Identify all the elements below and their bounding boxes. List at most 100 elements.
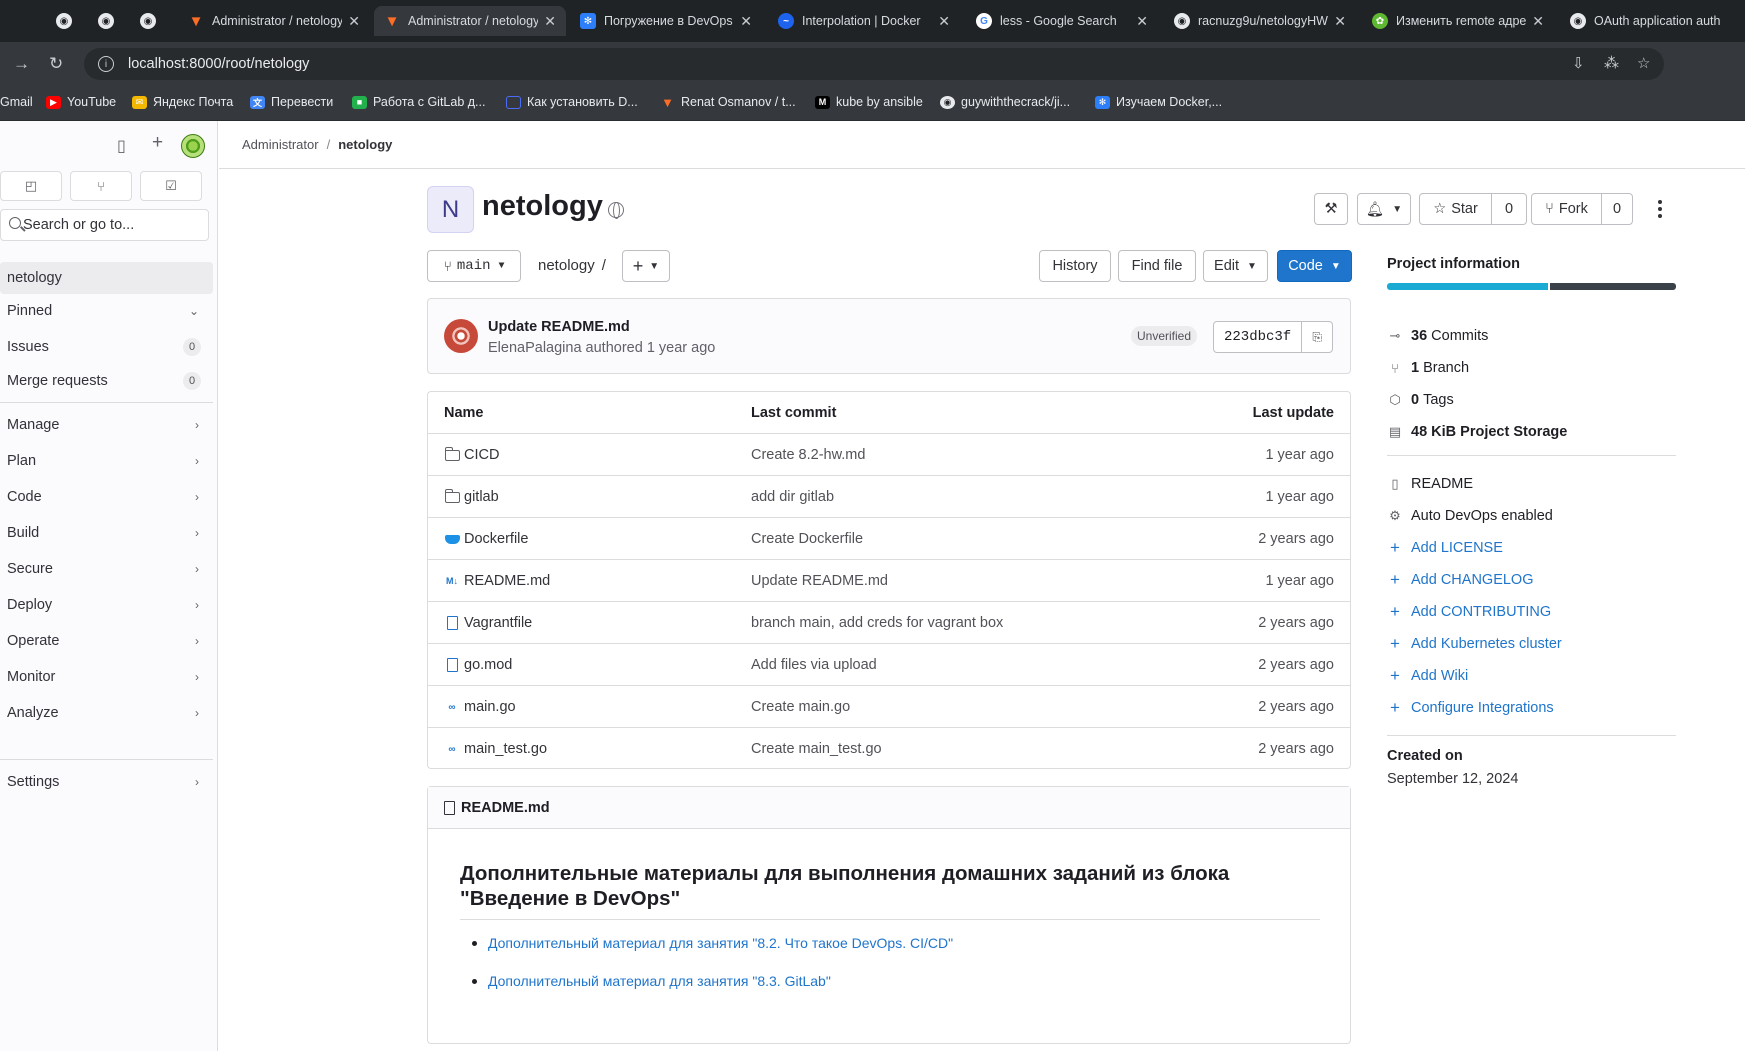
auto-devops-link[interactable]: ⚙ Auto DevOps enabled (1387, 506, 1553, 526)
file-name-link[interactable]: Dockerfile (444, 518, 528, 560)
file-name-link[interactable]: gitlab (444, 476, 499, 518)
commit-message-link[interactable]: Create 8.2-hw.md (751, 434, 865, 476)
sidebar-item-settings[interactable]: Settings › (0, 766, 213, 798)
table-row[interactable]: gitlab add dir gitlab 1 year ago (428, 476, 1350, 518)
table-row[interactable]: ∞ main.go Create main.go 2 years ago (428, 686, 1350, 728)
translate-icon[interactable]: ⁂ (1604, 54, 1619, 72)
close-tab-icon[interactable]: ✕ (348, 13, 360, 30)
add-contributing-link[interactable]: + Add CONTRIBUTING (1387, 602, 1551, 622)
issues-shortcut[interactable]: ◰ (0, 171, 62, 201)
bookmark-item[interactable]: ✻ Изучаем Docker,... (1095, 95, 1222, 109)
browser-tab[interactable]: ✿ Изменить remote адрес ✕ (1362, 6, 1554, 36)
sidebar-item-code[interactable]: Code › (0, 481, 213, 513)
sidebar-item-build[interactable]: Build › (0, 517, 213, 549)
browser-tab-pinned-2[interactable]: ◉ (88, 6, 124, 36)
signature-badge[interactable]: Unverified (1131, 326, 1198, 346)
close-tab-icon[interactable]: ✕ (740, 13, 752, 30)
copy-sha-button[interactable]: ⎘ (1302, 322, 1332, 352)
branches-stat[interactable]: ⑂ 1 Branch (1387, 358, 1469, 378)
add-license-link[interactable]: + Add LICENSE (1387, 538, 1503, 558)
browser-tab[interactable]: ◉ OAuth application auth (1560, 6, 1745, 36)
notifications-button[interactable]: 🔔︎ ▼ (1357, 193, 1411, 225)
toggle-sidebar-icon[interactable]: ▯ (117, 136, 126, 156)
tags-stat[interactable]: ⬡ 0 Tags (1387, 390, 1453, 410)
browser-tab[interactable]: ✻ Погружение в DevOps ✕ (570, 6, 762, 36)
commit-message-link[interactable]: Create Dockerfile (751, 518, 863, 560)
sidebar-item-manage[interactable]: Manage › (0, 409, 213, 441)
bookmark-item[interactable]: ■ Работа с GitLab д... (352, 95, 485, 109)
browser-tab-active[interactable]: ▼ Administrator / netology ✕ (374, 6, 566, 36)
sidebar-item-monitor[interactable]: Monitor › (0, 661, 213, 693)
sidebar-item-secure[interactable]: Secure › (0, 553, 213, 585)
search-button[interactable]: Search or go to... (0, 209, 209, 241)
sidebar-item-plan[interactable]: Plan › (0, 445, 213, 477)
path-root[interactable]: netology (538, 257, 595, 274)
user-avatar[interactable] (181, 134, 205, 158)
configure-integrations-link[interactable]: + Configure Integrations (1387, 698, 1554, 718)
add-wiki-link[interactable]: + Add Wiki (1387, 666, 1468, 686)
sidebar-item-merge-requests[interactable]: Merge requests 0 (0, 365, 213, 397)
storage-stat[interactable]: ▤ 48 KiB Project Storage (1387, 422, 1568, 442)
table-row[interactable]: go.mod Add files via upload 2 years ago (428, 644, 1350, 686)
readme-filename-link[interactable]: README.md (461, 800, 550, 816)
sidebar-item-issues[interactable]: Issues 0 (0, 331, 213, 363)
sidebar-item-deploy[interactable]: Deploy › (0, 589, 213, 621)
breadcrumb-current[interactable]: netology (338, 137, 392, 152)
reload-icon[interactable]: ↻ (49, 54, 63, 74)
more-actions-button[interactable] (1651, 198, 1669, 220)
history-button[interactable]: History (1039, 250, 1111, 282)
file-name-link[interactable]: ∞ main_test.go (444, 728, 547, 768)
file-name-link[interactable]: go.mod (444, 644, 512, 686)
browser-tab[interactable]: ◉ racnuzg9u/netologyHW ✕ (1164, 6, 1356, 36)
browser-tab-pinned-3[interactable]: ◉ (130, 6, 166, 36)
sidebar-item-operate[interactable]: Operate › (0, 625, 213, 657)
bookmark-item[interactable]: ✉ Яндекс Почта (132, 95, 233, 109)
bookmark-item[interactable]: ▼ Renat Osmanov / t... (660, 95, 796, 110)
browser-tab[interactable]: ~ Interpolation | Docker ✕ (768, 6, 960, 36)
fork-button[interactable]: ⑂ Fork (1532, 194, 1602, 224)
commit-message-link[interactable]: Add files via upload (751, 644, 877, 686)
add-kubernetes-link[interactable]: + Add Kubernetes cluster (1387, 634, 1562, 654)
file-name-link[interactable]: ∞ main.go (444, 686, 515, 728)
sidebar-item-pinned[interactable]: Pinned ⌄ (0, 295, 213, 327)
table-row[interactable]: CICD Create 8.2-hw.md 1 year ago (428, 434, 1350, 476)
close-tab-icon[interactable]: ✕ (1136, 13, 1148, 30)
close-tab-icon[interactable]: ✕ (1532, 13, 1544, 30)
browser-tab[interactable]: ▼ Administrator / netology ✕ (178, 6, 370, 36)
table-row[interactable]: ∞ main_test.go Create main_test.go 2 year… (428, 728, 1350, 768)
close-tab-icon[interactable]: ✕ (544, 13, 556, 30)
readme-link[interactable]: Дополнительный материал для занятия "8.3… (460, 973, 953, 1011)
bookmark-item[interactable]: ▶ YouTube (46, 95, 116, 109)
readme-link[interactable]: ▯ README (1387, 474, 1473, 494)
table-row[interactable]: Dockerfile Create Dockerfile 2 years ago (428, 518, 1350, 560)
breadcrumb-parent[interactable]: Administrator (242, 137, 319, 152)
bookmark-item[interactable]: Gmail (0, 95, 33, 109)
merge-requests-shortcut[interactable]: ⑂ (70, 171, 132, 201)
commit-title-link[interactable]: Update README.md (488, 319, 630, 335)
table-row[interactable]: Vagrantfile branch main, add creds for v… (428, 602, 1350, 644)
file-name-link[interactable]: M↓ README.md (444, 560, 550, 602)
table-row[interactable]: M↓ README.md Update README.md 1 year ago (428, 560, 1350, 602)
bookmark-item[interactable]: Mkube by ansible (815, 95, 923, 109)
browser-tab[interactable]: Gless - Google Search ✕ (966, 6, 1158, 36)
close-tab-icon[interactable]: ✕ (1334, 13, 1346, 30)
fork-count[interactable]: 0 (1602, 194, 1632, 224)
bookmark-item[interactable]: ◉ guywiththecrack/ji... (940, 95, 1070, 109)
find-file-button[interactable]: Find file (1118, 250, 1196, 282)
forward-icon[interactable]: → (13, 54, 30, 74)
install-app-icon[interactable]: ⇩ (1572, 54, 1585, 72)
sidebar-item-netology[interactable]: netology (0, 262, 213, 294)
url-bar[interactable]: i localhost:8000/root/netology ⇩ ⁂ ☆ (84, 48, 1664, 80)
project-avatar[interactable]: N (427, 186, 474, 233)
star-count[interactable]: 0 (1492, 194, 1526, 224)
create-new-icon[interactable]: + (152, 132, 163, 154)
commit-message-link[interactable]: Create main.go (751, 686, 850, 728)
browser-tab-pinned-1[interactable]: ◉ (46, 6, 82, 36)
bookmark-item[interactable]: Как установить D... (506, 95, 638, 109)
commit-sha-link[interactable]: 223dbc3f (1214, 322, 1303, 352)
admin-settings-button[interactable]: ⚒ (1314, 193, 1348, 225)
edit-dropdown[interactable]: Edit ▼ (1203, 250, 1268, 282)
close-tab-icon[interactable]: ✕ (938, 13, 950, 30)
bookmark-star-icon[interactable]: ☆ (1637, 54, 1650, 72)
branch-selector[interactable]: ⑂ main ▼ (427, 250, 521, 282)
